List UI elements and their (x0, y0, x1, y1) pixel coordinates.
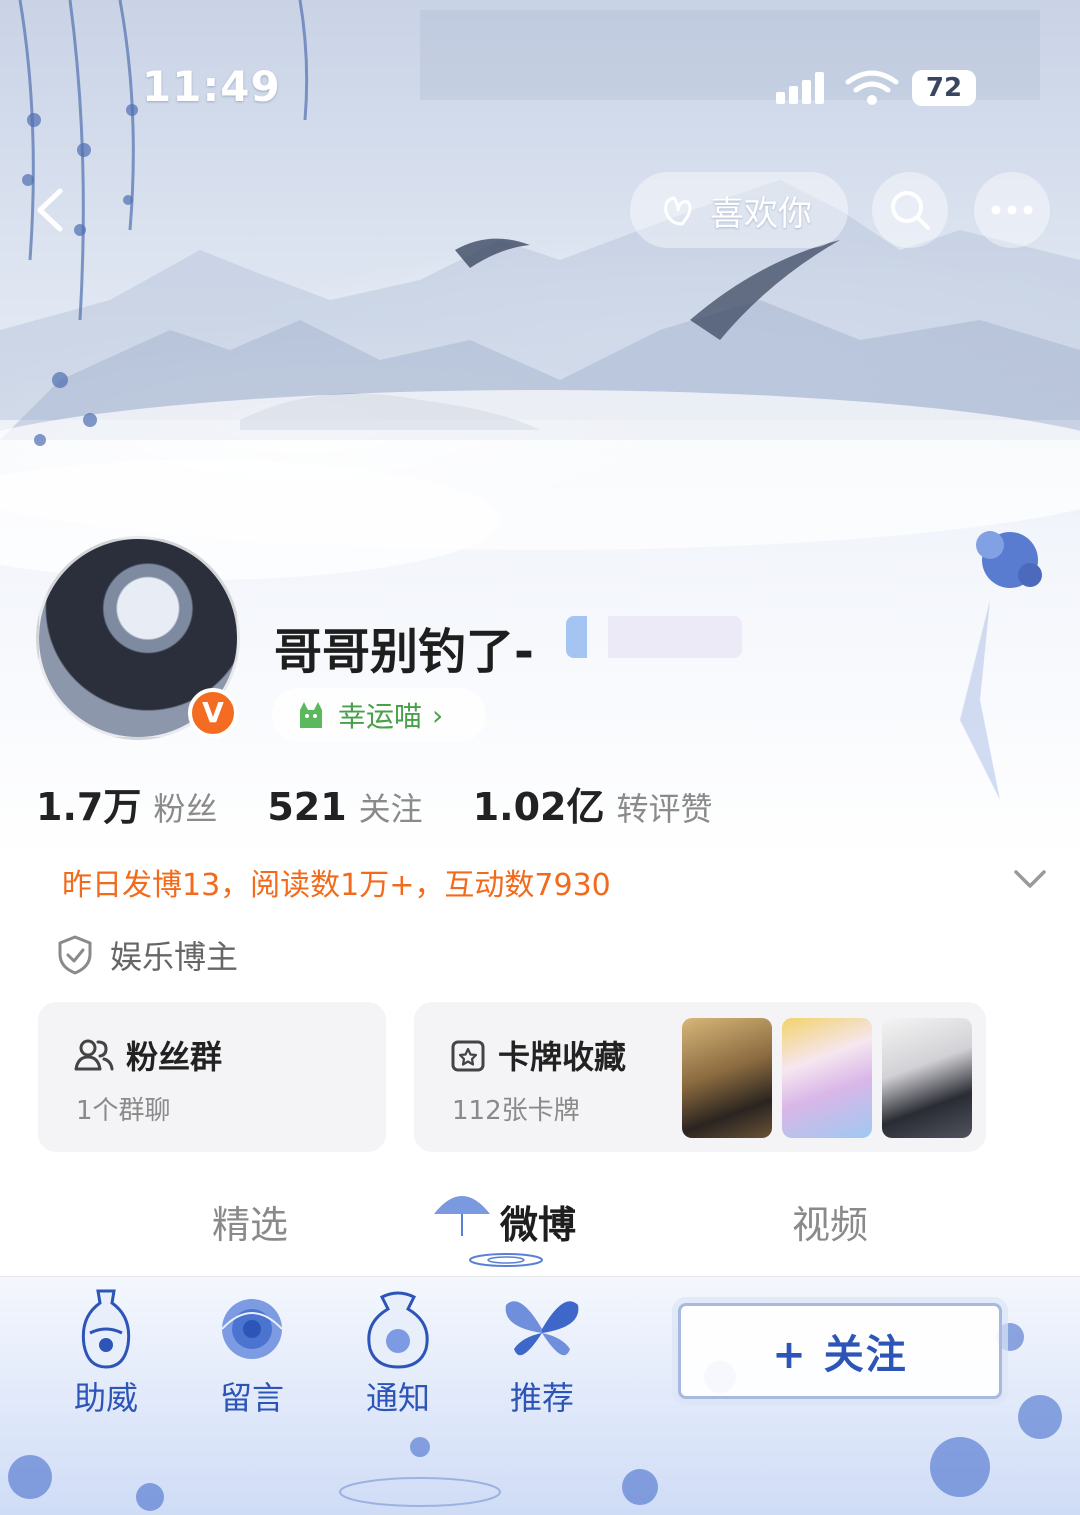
status-time: 11:49 (142, 62, 281, 111)
chevron-down-icon[interactable] (1010, 864, 1050, 894)
stat-followers[interactable]: 1.7万 粉丝 (36, 776, 217, 831)
content-tabs: 精选 微博 视频 (0, 1170, 1080, 1276)
recommend-label: 推荐 (509, 1379, 574, 1417)
peony-icon (221, 1299, 283, 1359)
notification-label: 通知 (365, 1379, 430, 1417)
activity-text: 昨日发博13，阅读数1万+，互动数7930 (62, 868, 611, 903)
butterfly-icon (505, 1301, 579, 1356)
stat-following[interactable]: 521 关注 (267, 784, 422, 830)
followers-label: 粉丝 (153, 790, 218, 828)
profile-stats: 1.7万 粉丝 521 关注 1.02亿 转评赞 (36, 776, 712, 829)
hand-heart-icon (664, 196, 692, 226)
pouch-icon (367, 1291, 429, 1369)
follow-button[interactable]: + 关注 (678, 1303, 1002, 1399)
like-you-label: 喜欢你 (710, 193, 812, 234)
activity-summary[interactable]: 昨日发博13，阅读数1万+，互动数7930 (36, 856, 637, 908)
collection-card-thumbnail[interactable] (682, 1018, 772, 1138)
vase-icon (81, 1289, 131, 1369)
search-icon (891, 191, 930, 230)
nickname-decoration (566, 616, 742, 658)
interactions-count: 1.02亿 (472, 785, 605, 829)
following-count: 521 (267, 785, 347, 829)
battery-indicator: 72 (912, 70, 976, 106)
card-collection-subtitle: 112张卡牌 (452, 1096, 580, 1126)
like-you-button[interactable]: 喜欢你 (630, 172, 848, 248)
recommend-button[interactable]: 推荐 (482, 1287, 602, 1427)
lucky-cat-label: 幸运喵 (338, 700, 423, 733)
umbrella-icon (434, 1196, 490, 1236)
more-dots-icon (991, 205, 1033, 215)
cheer-button[interactable]: 助威 (46, 1287, 166, 1427)
users-icon (74, 1039, 114, 1071)
follow-label: + 关注 (772, 1332, 908, 1378)
shield-icon (58, 935, 92, 975)
chevron-right-icon: › (432, 698, 444, 732)
search-button[interactable] (872, 172, 948, 248)
more-options-button[interactable] (974, 172, 1050, 248)
fan-group-card[interactable]: 粉丝群 1个群聊 (38, 1002, 386, 1152)
profile-nickname: 哥哥别钓了- (274, 624, 534, 680)
tab-weibo[interactable]: 微博 (500, 1194, 576, 1249)
card-collection-title-row: 卡牌收藏 (450, 1032, 626, 1078)
following-label: 关注 (358, 790, 423, 828)
cat-icon (300, 702, 322, 728)
back-arrow-icon[interactable] (28, 185, 78, 235)
notification-button[interactable]: 通知 (338, 1287, 458, 1427)
category-tag: 娱乐博主 (56, 932, 238, 978)
tab-video[interactable]: 视频 (792, 1194, 868, 1249)
card-star-icon (451, 1040, 485, 1072)
fan-group-title: 粉丝群 (126, 1038, 223, 1076)
bottom-action-bar: 助威 留言 通知 推荐 + 关注 (0, 1277, 1080, 1515)
followers-count: 1.7万 (36, 785, 142, 829)
message-board-button[interactable]: 留言 (192, 1287, 312, 1427)
fan-group-subtitle: 1个群聊 (76, 1096, 171, 1126)
active-tab-indicator (469, 1253, 543, 1267)
verified-v-badge: V (188, 688, 238, 738)
message-board-label: 留言 (219, 1379, 284, 1417)
tab-featured[interactable]: 精选 (212, 1194, 288, 1249)
collection-card-thumbnail[interactable] (882, 1018, 972, 1138)
stat-interactions[interactable]: 1.02亿 转评赞 (473, 776, 713, 831)
card-collection-title: 卡牌收藏 (498, 1038, 627, 1076)
cheer-label: 助威 (73, 1379, 138, 1417)
category-label: 娱乐博主 (110, 938, 239, 976)
profile-page: 11:49 72 喜欢你 V 哥哥别钓了- 幸运喵 › 1.7万 粉丝 521 … (0, 0, 1080, 1515)
fan-group-title-row: 粉丝群 (74, 1032, 222, 1078)
card-collection-card[interactable]: 卡牌收藏 112张卡牌 (414, 1002, 986, 1152)
lucky-cat-badge[interactable]: 幸运喵 › (272, 688, 486, 742)
collection-card-thumbnail[interactable] (782, 1018, 872, 1138)
interactions-label: 转评赞 (616, 790, 713, 828)
